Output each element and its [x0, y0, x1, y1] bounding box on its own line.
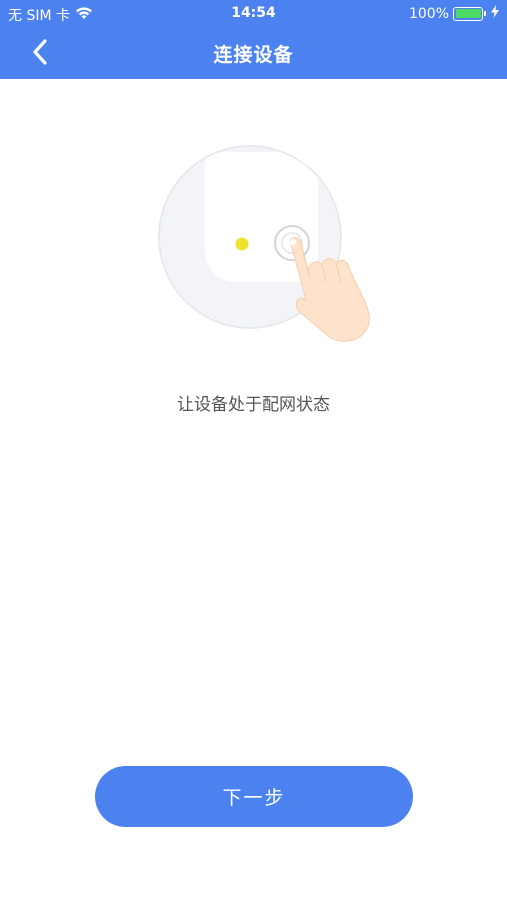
- battery-icon: [453, 6, 486, 21]
- page-title: 连接设备: [213, 44, 294, 66]
- status-right: 100%: [409, 5, 499, 22]
- instruction-text: 让设备处于配网状态: [177, 395, 330, 415]
- charging-bolt-icon: [491, 5, 499, 22]
- finger-press-button-icon: [158, 145, 370, 342]
- battery-percent: 100%: [408, 5, 449, 22]
- status-bar: 无 SIM 卡 14:54 100%: [0, 0, 507, 28]
- next-step-button[interactable]: 下一步: [95, 766, 413, 827]
- nav-bar: 连接设备: [0, 28, 507, 79]
- device-illustration: [150, 140, 390, 350]
